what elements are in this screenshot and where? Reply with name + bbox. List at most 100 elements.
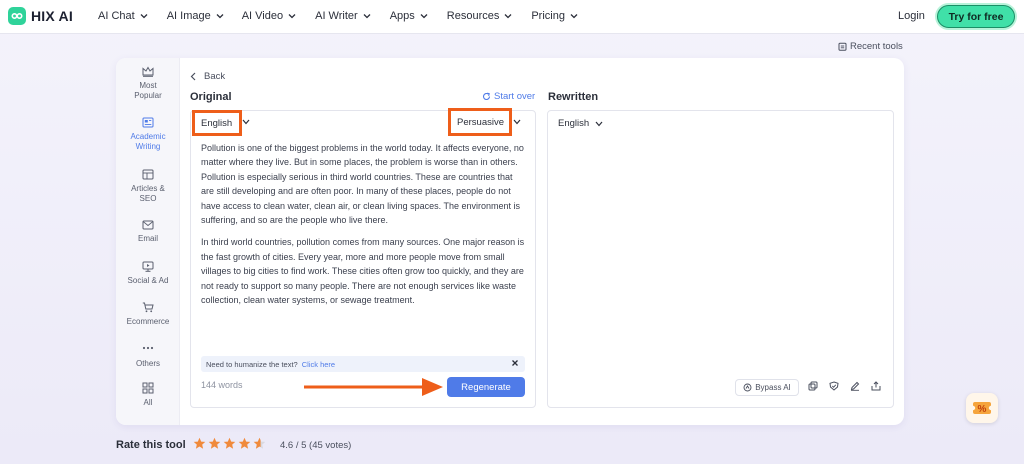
dots-icon <box>142 346 154 350</box>
rewritten-title: Rewritten <box>548 91 599 103</box>
star-rating[interactable] <box>193 437 268 450</box>
article-icon <box>142 169 154 180</box>
output-language-select[interactable]: English <box>558 118 603 129</box>
bypass-ai-button[interactable]: Bypass AI <box>735 379 799 396</box>
output-language-value: English <box>558 118 590 129</box>
language-select[interactable]: English <box>192 110 242 136</box>
nav-ai-video[interactable]: AI Video <box>242 10 297 22</box>
star-icon[interactable] <box>238 437 251 450</box>
original-text-content[interactable]: Pollution is one of the biggest problems… <box>201 141 527 315</box>
bypass-icon <box>743 383 752 392</box>
logo-icon <box>8 7 26 25</box>
category-sidebar: Most Popular Academic Writing Articles &… <box>116 58 180 425</box>
nav-resources[interactable]: Resources <box>447 10 514 22</box>
chevron-down-icon <box>363 14 371 19</box>
sidebar-item-label: Most Popular <box>134 81 162 100</box>
arrow-annotation-icon <box>304 378 443 396</box>
discount-ticket-icon: % <box>972 402 992 415</box>
nav-pricing[interactable]: Pricing <box>531 10 579 22</box>
sidebar-item-label: Social & Ad <box>127 276 169 285</box>
nav-label: Apps <box>389 10 415 22</box>
language-value: English <box>201 117 233 129</box>
sidebar-item-academic-writing[interactable]: Academic Writing <box>116 117 180 152</box>
sidebar-item-email[interactable]: Email <box>116 220 180 244</box>
humanize-link[interactable]: Click here <box>302 360 335 369</box>
nav-label: AI Chat <box>98 10 135 22</box>
paragraph: In third world countries, pollution come… <box>201 237 525 306</box>
chevron-down-icon <box>420 14 428 19</box>
login-link[interactable]: Login <box>898 10 925 22</box>
sidebar-item-most-popular[interactable]: Most Popular <box>116 66 180 101</box>
paragraph: Pollution is one of the biggest problems… <box>201 143 524 226</box>
humanize-banner: Need to humanize the text? Click here <box>201 356 525 372</box>
edit-pencil-icon[interactable] <box>850 381 860 391</box>
recent-tools-label: Recent tools <box>850 41 903 52</box>
star-icon[interactable] <box>193 437 206 450</box>
star-half-icon[interactable] <box>253 437 266 450</box>
rating-value: 4.6 / 5 (45 votes) <box>280 440 352 451</box>
nav-label: AI Video <box>241 10 284 22</box>
bypass-ai-label: Bypass AI <box>755 383 791 392</box>
back-label: Back <box>204 71 226 82</box>
sidebar-item-social-ad[interactable]: Social & Ad <box>116 261 180 286</box>
document-icon <box>142 117 154 128</box>
sidebar-item-articles-seo[interactable]: Articles & SEO <box>116 169 180 204</box>
star-icon[interactable] <box>208 437 221 450</box>
back-button[interactable]: Back <box>190 71 225 82</box>
chevron-down-icon <box>242 119 250 125</box>
copy-icon[interactable] <box>808 381 818 391</box>
sidebar-item-label: Email <box>137 234 158 243</box>
start-over-label: Start over <box>494 91 536 102</box>
brand-logo[interactable]: HIX AI <box>8 7 73 25</box>
nav-ai-chat[interactable]: AI Chat <box>98 10 149 22</box>
humanize-text: Need to humanize the text? <box>206 359 298 369</box>
grid-icon <box>142 382 154 394</box>
chevron-down-icon <box>216 14 224 19</box>
chevron-down-icon <box>288 14 296 19</box>
tone-select[interactable]: Persuasive <box>448 108 512 136</box>
tone-value: Persuasive <box>457 116 504 128</box>
discount-badge[interactable]: % <box>966 393 998 423</box>
start-over-button[interactable]: Start over <box>482 91 535 102</box>
recent-tools-button[interactable]: Recent tools <box>838 41 903 52</box>
export-icon[interactable] <box>871 381 881 391</box>
crown-icon <box>142 66 154 77</box>
original-title: Original <box>190 91 232 103</box>
monitor-icon <box>142 261 154 272</box>
nav-label: Resources <box>446 10 500 22</box>
chevron-down-icon <box>570 14 578 19</box>
chevron-down-icon <box>140 14 148 19</box>
nav-ai-image[interactable]: AI Image <box>167 10 225 22</box>
sidebar-item-others[interactable]: Others <box>116 345 180 369</box>
clipboard-icon <box>838 42 847 51</box>
nav-label: AI Image <box>166 10 211 22</box>
mail-icon <box>142 220 154 230</box>
try-for-free-button[interactable]: Try for free <box>937 5 1015 28</box>
sidebar-item-label: Ecommerce <box>126 317 170 326</box>
nav-label: AI Writer <box>315 10 358 22</box>
cart-icon <box>142 302 154 313</box>
word-count: 144 words <box>201 380 243 390</box>
chevron-down-icon <box>513 119 521 125</box>
chevron-down-icon <box>595 121 603 126</box>
regenerate-button[interactable]: Regenerate <box>447 377 525 397</box>
main-nav: AI Chat AI Image AI Video AI Writer Apps… <box>98 10 579 22</box>
sidebar-item-all[interactable]: All <box>116 382 180 408</box>
sidebar-item-label: Others <box>135 359 160 368</box>
nav-ai-writer[interactable]: AI Writer <box>315 10 372 22</box>
top-navbar: HIX AI AI Chat AI Image AI Video AI Writ… <box>0 0 1024 34</box>
rewritten-text-panel <box>547 110 894 408</box>
star-icon[interactable] <box>223 437 236 450</box>
refresh-icon <box>482 92 491 100</box>
close-icon[interactable] <box>511 359 519 367</box>
shield-check-icon[interactable] <box>829 381 839 391</box>
rate-tool-label: Rate this tool <box>116 439 186 451</box>
chevron-left-icon <box>190 72 196 81</box>
sidebar-item-label: Articles & SEO <box>131 184 165 203</box>
nav-label: Pricing <box>531 10 565 22</box>
sidebar-item-ecommerce[interactable]: Ecommerce <box>116 302 180 327</box>
brand-name: HIX AI <box>31 8 73 24</box>
svg-text:%: % <box>978 404 987 415</box>
sidebar-item-label: Academic Writing <box>130 132 166 151</box>
nav-apps[interactable]: Apps <box>390 10 429 22</box>
